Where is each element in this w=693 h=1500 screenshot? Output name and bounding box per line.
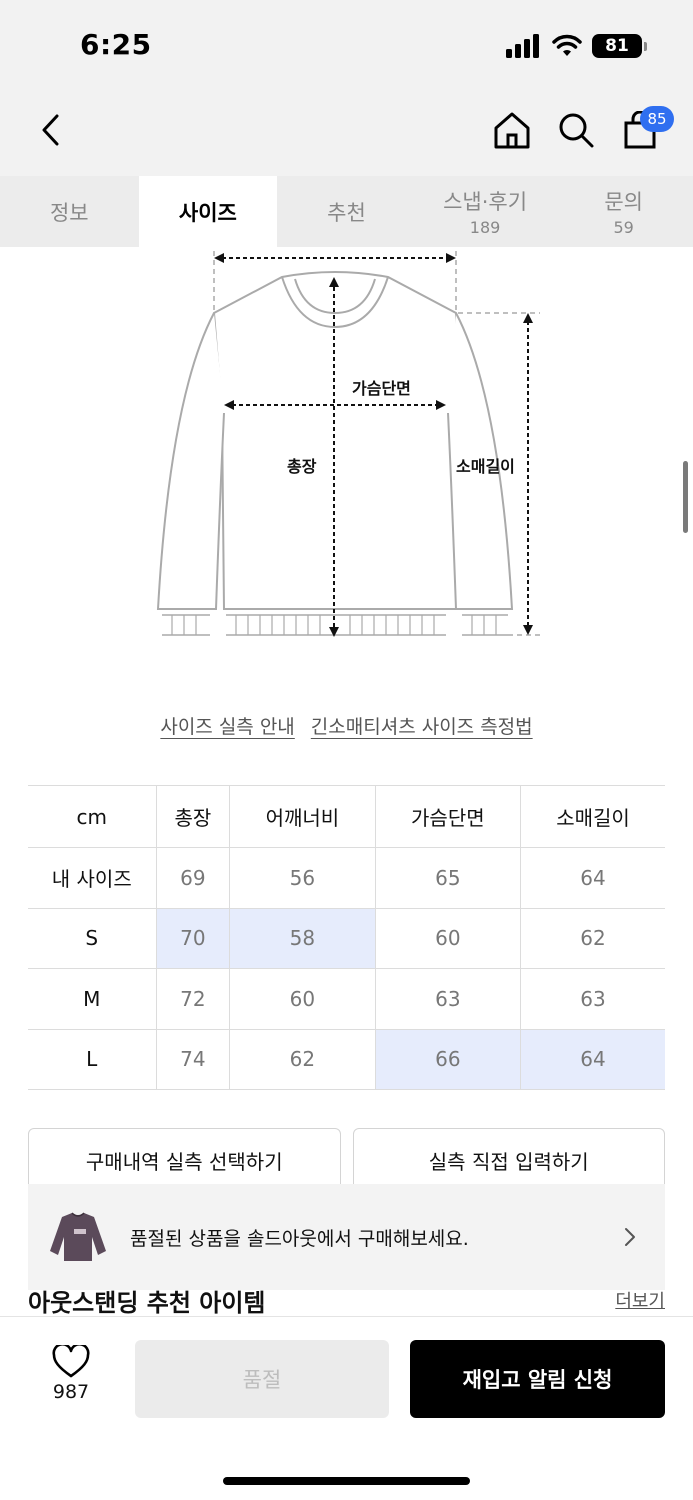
tab-label: 스냅·후기	[443, 190, 528, 214]
tab-info[interactable]: 정보	[0, 176, 139, 247]
size-diagram: 가슴단면 총장 소매길이	[150, 247, 550, 647]
soldout-message: 품절된 상품을 솔드아웃에서 구매해보세요.	[130, 1227, 469, 1250]
wifi-icon	[552, 34, 582, 56]
battery-level: 81	[592, 34, 642, 58]
row-label: L	[28, 1028, 157, 1090]
table-header-row: cm 총장 어깨너비 가슴단면 소매길이	[28, 785, 665, 848]
table-cell: 69	[155, 847, 231, 909]
top-nav	[0, 92, 693, 176]
table-cell-highlighted: 58	[229, 907, 376, 969]
tab-label: 사이즈	[178, 200, 237, 225]
table-cell-highlighted: 64	[520, 1028, 665, 1090]
home-button[interactable]	[490, 108, 534, 152]
tab-inquiry[interactable]: 문의 59	[554, 176, 693, 247]
like-button[interactable]: 987	[36, 1345, 106, 1403]
home-icon	[494, 112, 530, 149]
table-cell: 60	[374, 907, 522, 969]
home-indicator[interactable]	[223, 1477, 470, 1485]
scrollbar[interactable]	[683, 461, 688, 533]
tab-label: 정보	[49, 200, 89, 225]
select-purchase-measurement-button[interactable]: 구매내역 실측 선택하기	[28, 1128, 341, 1192]
size-table: cm 총장 어깨너비 가슴단면 소매길이 내 사이즈 69 56 65 64 S…	[28, 785, 665, 1090]
measure-guide-link[interactable]: 사이즈 실측 안내	[160, 712, 294, 739]
tab-count: 59	[613, 218, 634, 237]
heart-icon	[52, 1345, 90, 1378]
table-cell: 72	[155, 968, 231, 1030]
soldout-button: 품절	[135, 1340, 389, 1418]
chevron-right-icon	[625, 1228, 635, 1246]
column-header: 어깨너비	[229, 785, 376, 848]
table-row: S 70 58 60 62	[28, 907, 665, 969]
measurement-actions: 구매내역 실측 선택하기 실측 직접 입력하기	[28, 1128, 665, 1192]
tab-size[interactable]: 사이즈	[138, 176, 278, 247]
column-header: 총장	[155, 785, 231, 848]
table-row: 내 사이즈 69 56 65 64	[28, 847, 665, 909]
status-icons: 81	[506, 32, 647, 60]
row-label: S	[28, 907, 157, 969]
sweatshirt-diagram-icon	[156, 251, 540, 637]
recommend-more-link[interactable]: 더보기	[615, 1287, 665, 1313]
table-cell: 62	[520, 907, 665, 969]
status-time: 6:25	[80, 28, 152, 61]
sweatshirt-thumbnail-icon	[50, 1212, 106, 1261]
battery-indicator: 81	[592, 34, 647, 58]
table-row: L 74 62 66 64	[28, 1028, 665, 1090]
table-cell: 63	[374, 968, 522, 1030]
cellular-signal-icon	[506, 34, 539, 58]
how-to-measure-link[interactable]: 긴소매티셔츠 사이즈 측정법	[311, 712, 533, 739]
table-cell: 74	[155, 1028, 231, 1090]
soldout-banner[interactable]: 품절된 상품을 솔드아웃에서 구매해보세요.	[28, 1184, 665, 1290]
sleeve-label: 소매길이	[456, 457, 515, 476]
column-header: cm	[28, 785, 157, 848]
table-cell: 63	[520, 968, 665, 1030]
chest-label: 가슴단면	[352, 379, 411, 398]
back-button[interactable]	[30, 110, 70, 150]
chevron-left-icon	[42, 114, 59, 146]
battery-tip	[644, 41, 647, 51]
table-cell: 64	[520, 847, 665, 909]
status-bar: 6:25 81	[0, 0, 693, 92]
restock-alert-button[interactable]: 재입고 알림 신청	[410, 1340, 665, 1418]
tab-snap-review[interactable]: 스냅·후기 189	[416, 176, 555, 247]
direct-input-measurement-button[interactable]: 실측 직접 입력하기	[352, 1128, 665, 1192]
table-row: M 72 60 63 63	[28, 968, 665, 1030]
cart-count-badge: 85	[640, 106, 674, 132]
size-guide-links: 사이즈 실측 안내 긴소매티셔츠 사이즈 측정법	[0, 712, 693, 739]
tab-label: 문의	[604, 190, 643, 214]
row-label: 내 사이즈	[28, 847, 157, 909]
table-cell: 62	[229, 1028, 376, 1090]
column-header: 가슴단면	[374, 785, 522, 848]
tab-count: 189	[469, 218, 501, 237]
table-cell: 65	[374, 847, 522, 909]
column-header: 소매길이	[520, 785, 665, 848]
table-cell-highlighted: 70	[155, 907, 231, 969]
product-tabs: 정보 사이즈 추천 스냅·후기 189 문의 59	[0, 176, 693, 247]
like-count: 987	[52, 1381, 90, 1403]
tab-label: 추천	[327, 200, 366, 225]
search-icon	[559, 113, 594, 148]
bottom-purchase-bar: 987 품절 재입고 알림 신청	[0, 1316, 693, 1500]
table-cell-highlighted: 66	[374, 1028, 522, 1090]
search-button[interactable]	[554, 108, 598, 152]
table-cell: 60	[229, 968, 376, 1030]
table-cell: 56	[229, 847, 376, 909]
length-label: 총장	[287, 457, 317, 476]
row-label: M	[28, 968, 157, 1030]
tab-recommend[interactable]: 추천	[277, 176, 416, 247]
